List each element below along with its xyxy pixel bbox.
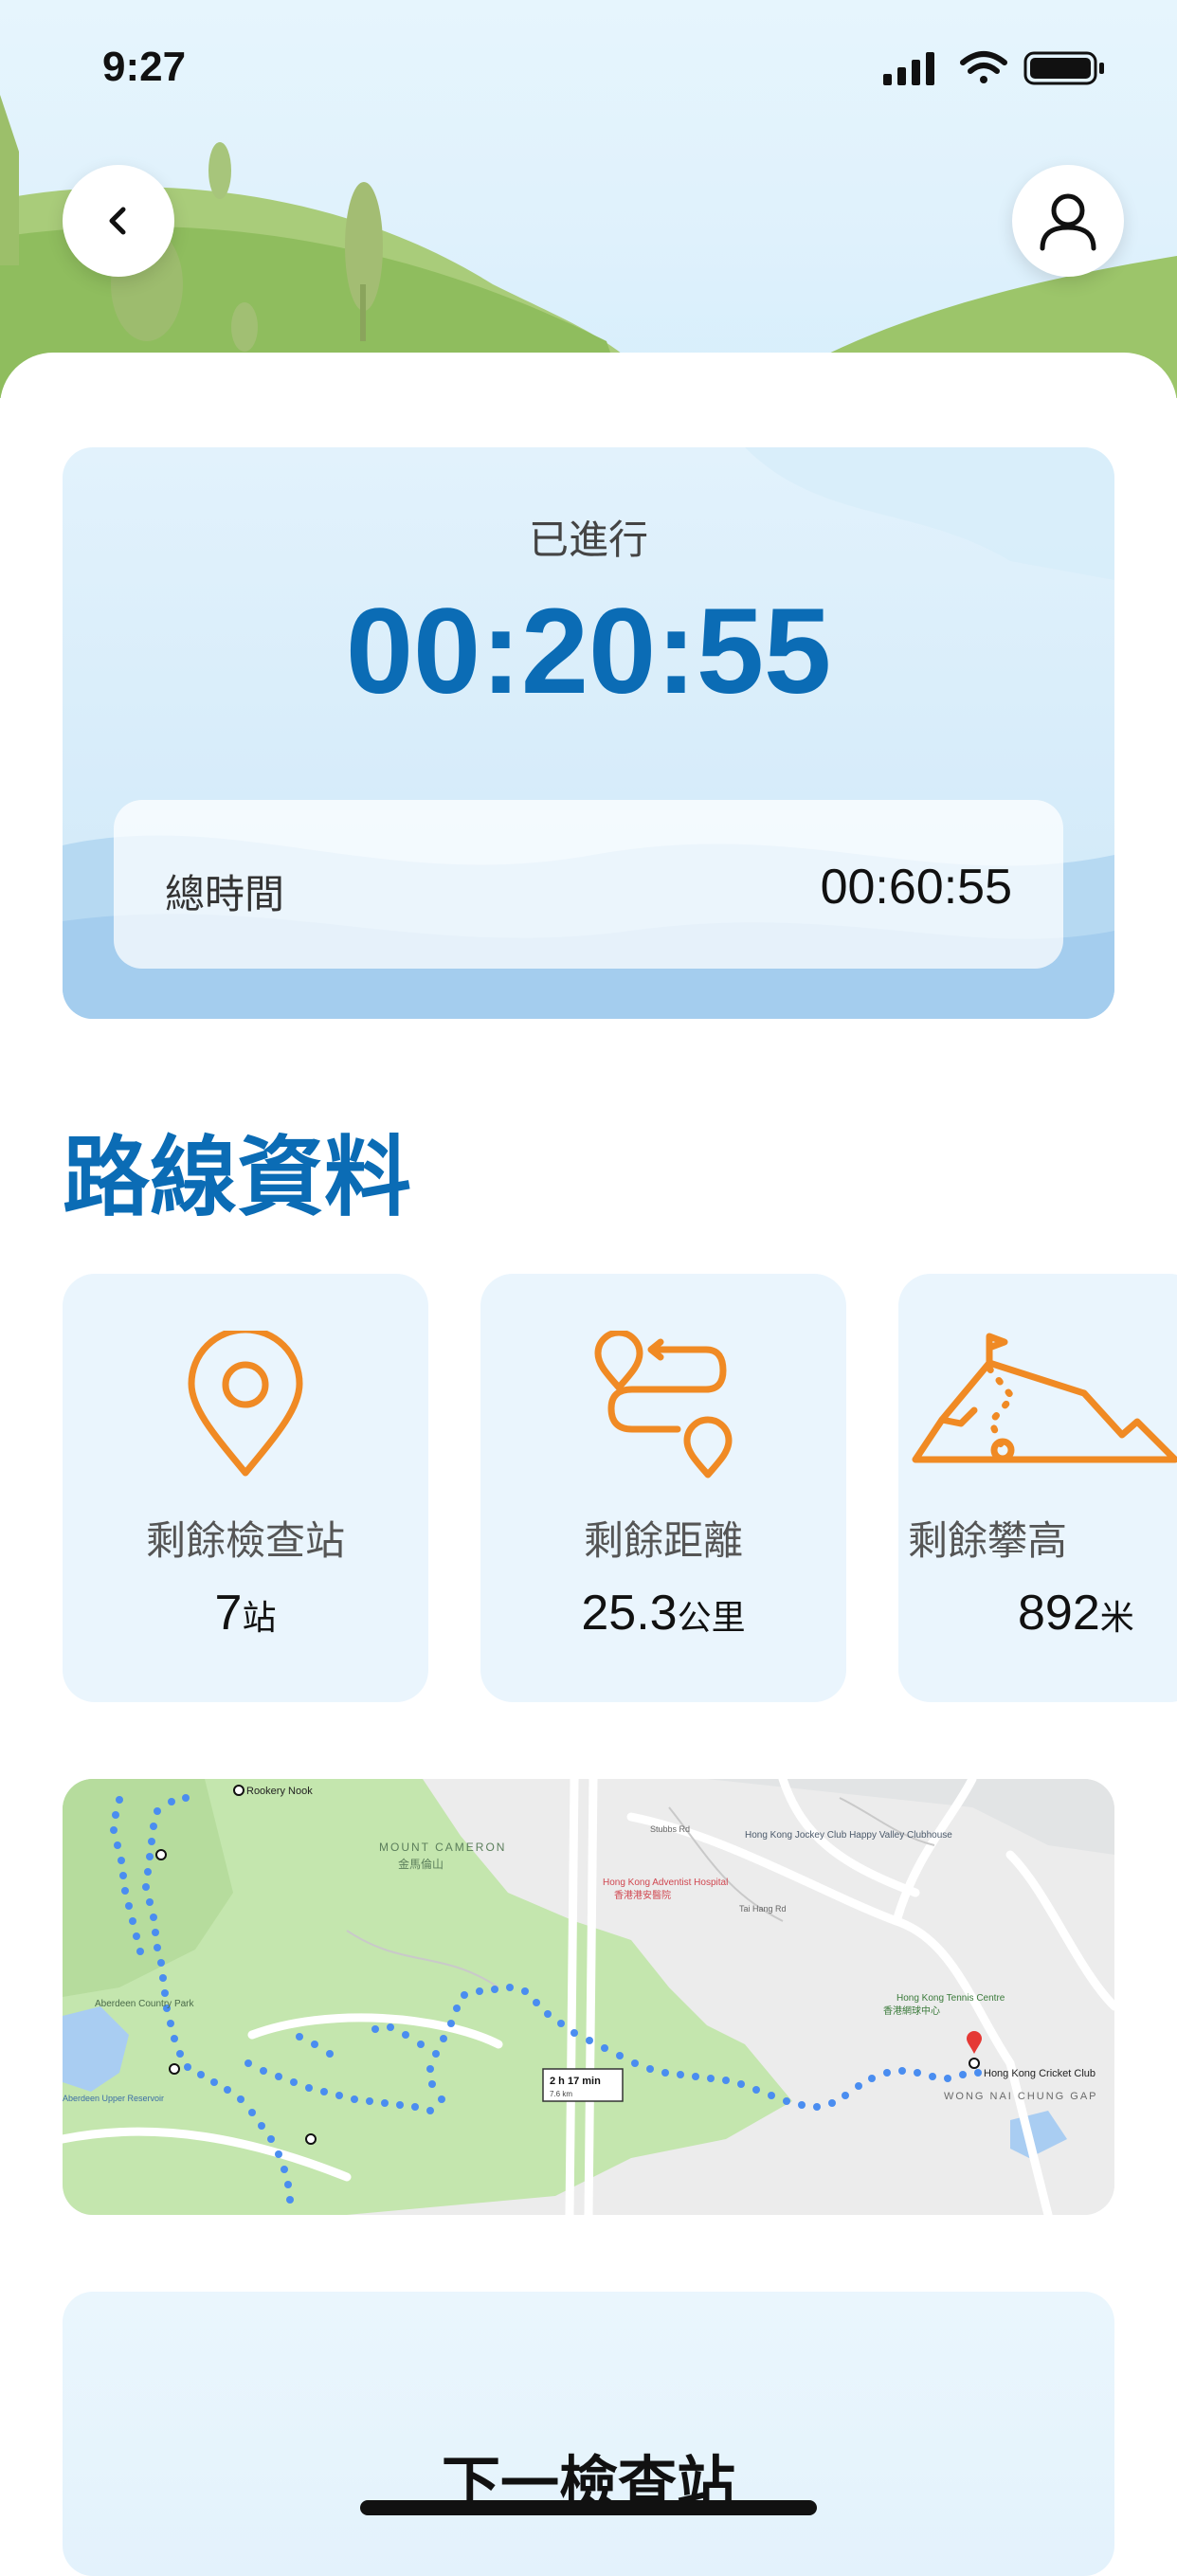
stat-value: 892米 [1018, 1585, 1134, 1642]
route-map[interactable]: Rookery Nook MOUNT CAMERON 金馬倫山 Hong Kon… [63, 1779, 1114, 2215]
total-time-label: 總時間 [165, 871, 285, 917]
map-label-adventist-zh: 香港港安醫院 [614, 1889, 671, 1901]
stat-unit: 米 [1099, 1599, 1134, 1638]
stat-card-checkpoints: 剩餘檢查站 7站 [63, 1274, 428, 1702]
map-label-mount-cameron-zh: 金馬倫山 [398, 1857, 444, 1871]
home-indicator[interactable] [360, 2500, 817, 2515]
map-label-tennis-zh: 香港網球中心 [883, 2005, 940, 2017]
stat-card-distance: 剩餘距離 25.3公里 [480, 1274, 846, 1702]
map-label-tai-hang-rd: Tai Hang Rd [739, 1904, 787, 1914]
status-icons [883, 51, 1104, 85]
map-label-jockey: Hong Kong Jockey Club Happy Valley Clubh… [745, 1830, 952, 1841]
map-label-tennis: Hong Kong Tennis Centre [896, 1993, 1005, 2004]
profile-button[interactable] [1012, 165, 1124, 277]
map-label-stubbs-rd: Stubbs Rd [650, 1824, 690, 1834]
map-label-adventist: Hong Kong Adventist Hospital [603, 1878, 728, 1888]
stat-unit: 公里 [677, 1599, 746, 1638]
route-duration-badge: 2 h 17 min 7.6 km [542, 2068, 624, 2102]
mountain-icon [912, 1333, 1177, 1463]
battery-icon [1023, 51, 1104, 85]
location-pin-icon [188, 1331, 303, 1477]
stat-number: 25.3 [581, 1586, 678, 1641]
chevron-left-icon [109, 207, 126, 235]
wifi-icon [960, 51, 1007, 83]
stat-value: 25.3公里 [480, 1585, 846, 1642]
route-distance: 7.6 km [550, 2090, 572, 2098]
map-canvas: Rookery Nook MOUNT CAMERON 金馬倫山 Hong Kon… [63, 1779, 1114, 2215]
stat-unit: 站 [242, 1599, 277, 1638]
map-label-aberdeen: Aberdeen Country Park [95, 1999, 195, 2009]
stat-label: 剩餘攀高 [908, 1517, 1068, 1564]
hero-landscape: 9:27 [0, 0, 1177, 398]
back-button[interactable] [63, 165, 174, 277]
stat-label: 剩餘距離 [583, 1517, 743, 1564]
stat-card-elevation: 剩餘攀高 892米 [898, 1274, 1177, 1702]
user-icon [1040, 193, 1096, 251]
elapsed-time: 00:20:55 [345, 584, 832, 719]
total-time-value: 00:60:55 [820, 860, 1012, 915]
status-time: 9:27 [102, 44, 187, 90]
map-label-mount-cameron: MOUNT CAMERON [379, 1841, 506, 1854]
cellular-signal-icon [883, 52, 934, 85]
elapsed-label: 已進行 [528, 517, 648, 563]
route-info-title: 路線資料 [63, 1127, 412, 1228]
timer-card: 已進行 00:20:55 總時間 00:60:55 [63, 447, 1114, 1019]
next-checkpoint-card: 下一檢查站 [63, 2292, 1114, 2576]
map-label-cricket: Hong Kong Cricket Club [984, 2068, 1096, 2079]
stat-value: 7站 [63, 1585, 428, 1642]
route-icon [594, 1331, 733, 1478]
stat-number: 7 [214, 1586, 243, 1641]
map-label-reservoir: Aberdeen Upper Reservoir [63, 2094, 164, 2103]
stat-label: 剩餘檢查站 [145, 1517, 345, 1564]
map-label-wong-nai: WONG NAI CHUNG GAP [944, 2091, 1098, 2102]
route-duration: 2 h 17 min [550, 2076, 601, 2087]
map-label-rookery: Rookery Nook [246, 1786, 313, 1797]
total-time-box: 總時間 00:60:55 [114, 800, 1063, 969]
stat-number: 892 [1018, 1586, 1100, 1641]
